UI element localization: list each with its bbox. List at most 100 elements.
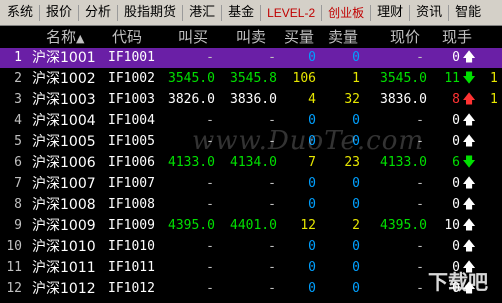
bid-price: - <box>206 197 214 212</box>
row-index: 8 <box>14 197 22 212</box>
row-index: 11 <box>6 260 22 275</box>
contract-name: 沪深1007 <box>32 176 96 192</box>
menu-level2[interactable]: LEVEL-2 <box>262 0 320 26</box>
menu-news[interactable]: 资讯 <box>411 0 447 26</box>
row-index: 2 <box>14 71 22 86</box>
ask-price: 3836.0 <box>230 92 277 107</box>
contract-code: IF1005 <box>108 134 155 149</box>
menu-separator <box>221 4 223 21</box>
bid-price: - <box>206 176 214 191</box>
last-price: - <box>416 113 424 128</box>
quote-table-header: 名称▲ 代码 叫买 叫卖 买量 卖量 现价 现手 <box>0 26 502 48</box>
contract-code: IF1010 <box>108 239 155 254</box>
up-arrow-icon: 🡅 <box>462 134 476 149</box>
header-ask[interactable]: 叫卖 <box>236 26 266 48</box>
last-price: 3836.0 <box>380 92 427 107</box>
ask-volume: 0 <box>352 260 360 275</box>
table-row[interactable]: 8 沪深1008 IF1008 - - 0 0 - 0 🡅 <box>0 195 502 215</box>
table-row[interactable]: 3 沪深1003 IF1003 3826.0 3836.0 4 32 3836.… <box>0 90 502 110</box>
bid-volume: 4 <box>308 92 316 107</box>
menu-separator <box>260 4 262 21</box>
contract-name: 沪深1004 <box>32 113 96 129</box>
ask-volume: 2 <box>352 218 360 233</box>
contract-code: IF1002 <box>108 71 155 86</box>
header-bid[interactable]: 叫买 <box>178 26 208 48</box>
bid-price: 3826.0 <box>168 92 215 107</box>
table-row[interactable]: 5 沪深1005 IF1005 - - 0 0 - 0 🡅 <box>0 132 502 152</box>
down-arrow-icon: 🡇 <box>462 155 476 170</box>
bid-price: - <box>206 281 214 296</box>
menu-hk-fx[interactable]: 港汇 <box>184 0 220 26</box>
contract-name: 沪深1003 <box>32 92 96 108</box>
last-volume: 0 <box>452 113 460 128</box>
header-price[interactable]: 现价 <box>390 26 420 48</box>
menu-separator <box>39 4 41 21</box>
menu-smart[interactable]: 智能 <box>450 0 486 26</box>
ask-price: - <box>268 260 276 275</box>
last-price: - <box>416 281 424 296</box>
contract-name: 沪深1010 <box>32 239 96 255</box>
quote-table-body: 1 沪深1001 IF1001 - - 0 0 - 0 🡅 2 沪深1002 I… <box>0 48 502 303</box>
contract-code: IF1009 <box>108 218 155 233</box>
contract-code: IF1011 <box>108 260 155 275</box>
header-code[interactable]: 代码 <box>112 26 142 48</box>
header-bid-volume[interactable]: 买量 <box>284 26 314 48</box>
ask-volume: 23 <box>344 155 360 170</box>
bid-price: 4133.0 <box>168 155 215 170</box>
corner-watermark-text: 下载吧 <box>428 270 488 294</box>
menu-separator <box>321 4 323 21</box>
bid-volume: 0 <box>308 197 316 212</box>
menu-quote[interactable]: 报价 <box>41 0 77 26</box>
table-row[interactable]: 12 沪深1012 IF1012 - - 0 0 - 0 🡅 <box>0 279 502 299</box>
menu-gem[interactable]: 创业板 <box>323 0 369 26</box>
last-volume: 0 <box>452 197 460 212</box>
ask-volume: 0 <box>352 239 360 254</box>
last-price: - <box>416 197 424 212</box>
table-row[interactable]: 10 沪深1010 IF1010 - - 0 0 - 0 🡅 <box>0 237 502 257</box>
header-name[interactable]: 名称▲ <box>46 26 84 48</box>
menu-separator <box>117 4 119 21</box>
last-price: - <box>416 134 424 149</box>
ask-volume: 32 <box>344 92 360 107</box>
menu-analysis[interactable]: 分析 <box>80 0 116 26</box>
table-row[interactable]: 9 沪深1009 IF1009 4395.0 4401.0 12 2 4395.… <box>0 216 502 236</box>
contract-name: 沪深1001 <box>32 50 96 66</box>
menu-fund[interactable]: 基金 <box>223 0 259 26</box>
row-index: 5 <box>14 134 22 149</box>
table-row[interactable]: 1 沪深1001 IF1001 - - 0 0 - 0 🡅 <box>0 48 502 68</box>
menu-index-futures[interactable]: 股指期货 <box>119 0 181 26</box>
menu-wealth[interactable]: 理财 <box>372 0 408 26</box>
table-row[interactable]: 2 沪深1002 IF1002 3545.0 3545.8 106 1 3545… <box>0 69 502 89</box>
sort-up-arrow-icon: ▲ <box>76 32 85 45</box>
table-row[interactable]: 11 沪深1011 IF1011 - - 0 0 - 0 🡅 <box>0 258 502 278</box>
menu-separator <box>409 4 411 21</box>
contract-code: IF1012 <box>108 281 155 296</box>
table-row[interactable]: 7 沪深1007 IF1007 - - 0 0 - 0 🡅 <box>0 174 502 194</box>
header-last-volume[interactable]: 现手 <box>442 26 472 48</box>
contract-code: IF1007 <box>108 176 155 191</box>
ask-price: - <box>268 176 276 191</box>
bid-price: - <box>206 260 214 275</box>
contract-code: IF1006 <box>108 155 155 170</box>
bid-volume: 106 <box>292 71 316 86</box>
header-ask-volume[interactable]: 卖量 <box>328 26 358 48</box>
menu-separator <box>182 4 184 21</box>
bid-price: - <box>206 113 214 128</box>
last-volume: 0 <box>452 239 460 254</box>
bid-price: - <box>206 239 214 254</box>
last-price: 3545.0 <box>380 71 427 86</box>
row-index: 7 <box>14 176 22 191</box>
table-row[interactable]: 4 沪深1004 IF1004 - - 0 0 - 0 🡅 <box>0 111 502 131</box>
up-arrow-icon: 🡅 <box>462 113 476 128</box>
row-index: 10 <box>6 239 22 254</box>
bid-price: - <box>206 134 214 149</box>
bid-volume: 0 <box>308 134 316 149</box>
last-price: 4395.0 <box>380 218 427 233</box>
bid-volume: 12 <box>300 218 316 233</box>
ask-volume: 1 <box>352 71 360 86</box>
bid-volume: 7 <box>308 155 316 170</box>
ask-price: - <box>268 134 276 149</box>
corner-watermark-logo: 下载吧 <box>428 262 500 302</box>
table-row[interactable]: 6 沪深1006 IF1006 4133.0 4134.0 7 23 4133.… <box>0 153 502 173</box>
menu-system[interactable]: 系统 <box>2 0 38 26</box>
